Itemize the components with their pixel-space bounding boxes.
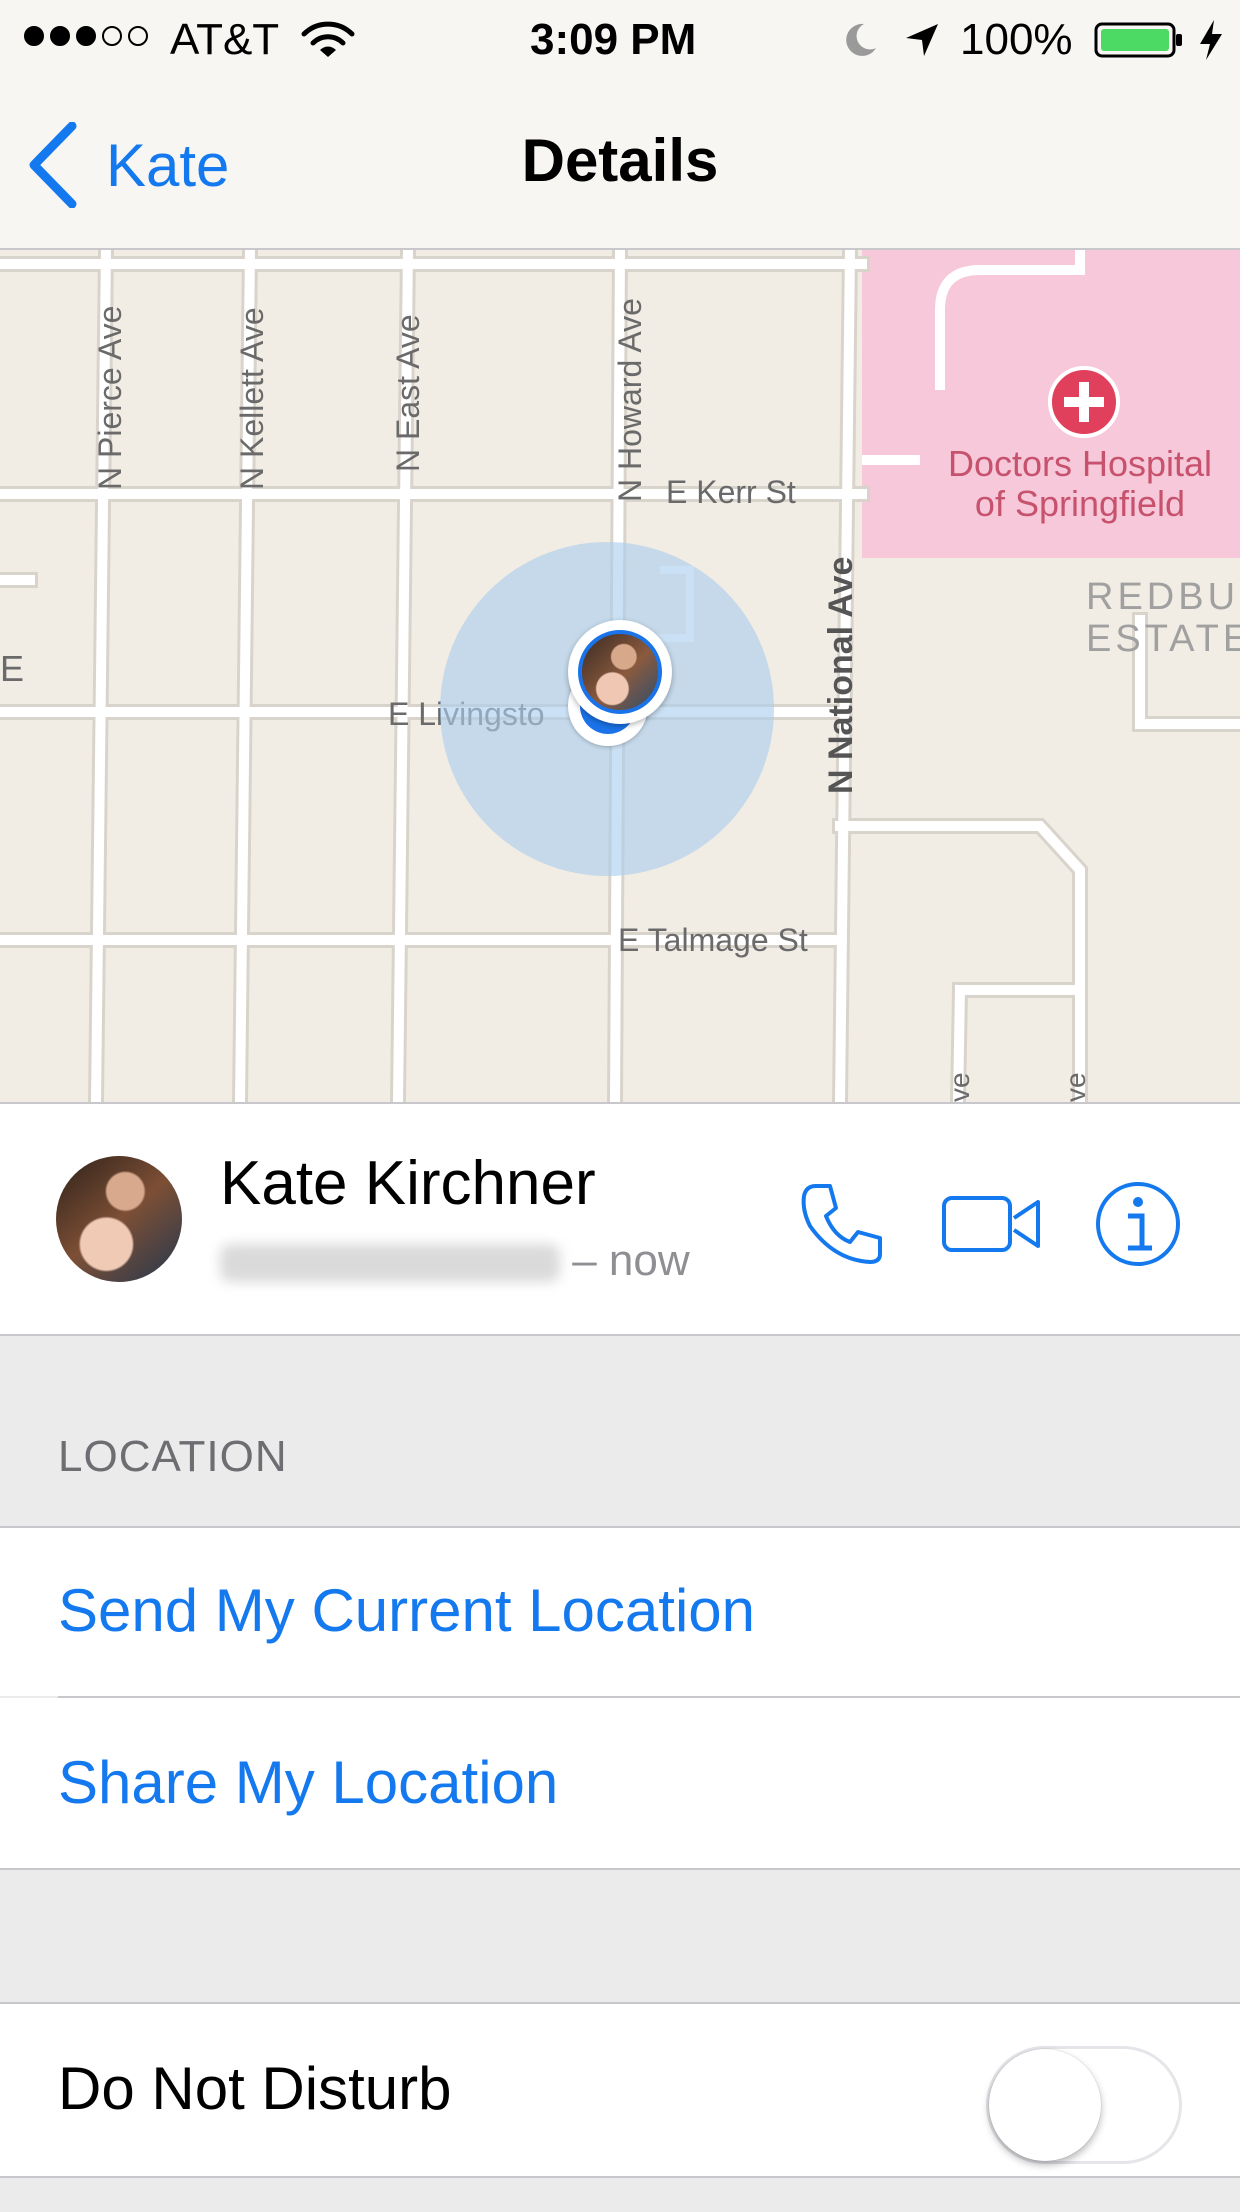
estate-label: REDBU ESTATE: [1086, 576, 1240, 660]
do-not-disturb-label: Do Not Disturb: [58, 2055, 452, 2122]
share-my-location-label: Share My Location: [58, 1749, 559, 1816]
share-my-location-button[interactable]: Share My Location: [0, 1698, 1240, 1868]
battery-icon: [1094, 22, 1182, 58]
hospital-label[interactable]: Doctors Hospital of Springfield: [920, 444, 1240, 524]
contact-location-status: – now: [220, 1236, 690, 1286]
separator: [0, 1526, 1240, 1528]
hospital-name-line1: Doctors Hospital: [947, 443, 1213, 484]
street-label: E Talmage St: [618, 922, 808, 958]
street-label: N Pierce Ave: [92, 305, 128, 490]
carrier-label: AT&T: [170, 15, 280, 64]
send-current-location-label: Send My Current Location: [58, 1577, 756, 1644]
battery-percent: 100%: [960, 15, 1073, 64]
video-camera-icon[interactable]: [940, 1176, 1044, 1272]
estate-name-line1: REDBU: [1086, 576, 1240, 618]
page-title: Details: [521, 127, 719, 194]
contact-name: Kate Kirchner: [220, 1149, 596, 1218]
avatar: [56, 1156, 182, 1282]
street-label: N National Ave: [822, 556, 860, 794]
contact-row: Kate Kirchner – now: [0, 1102, 1240, 1336]
avatar: [578, 630, 662, 714]
street-label: E Kerr St: [666, 474, 796, 510]
hospital-name-line2: of Springfield: [974, 483, 1186, 524]
group-spacer: [0, 1870, 1240, 2004]
toggle-knob: [989, 2049, 1101, 2161]
location-arrow-icon: [906, 24, 938, 56]
signal-strength-icon: [24, 26, 148, 50]
navigation-bar: Kate Details: [0, 82, 1240, 250]
redacted-location: [220, 1244, 560, 1283]
street-label: N Howard Ave: [612, 298, 648, 502]
street-label: N Kellett Ave: [234, 307, 270, 490]
info-icon[interactable]: [1090, 1176, 1186, 1272]
contact-location-pin[interactable]: [568, 620, 672, 724]
section-header-background: [0, 1336, 1240, 1526]
clock: 3:09 PM: [530, 15, 697, 64]
status-bar: AT&T 3:09 PM 100%: [0, 0, 1240, 82]
section-header-location: LOCATION: [58, 1432, 288, 1481]
street-label: ve: [944, 1072, 975, 1102]
street-label: N East Ave: [390, 314, 426, 472]
phone-icon[interactable]: [794, 1176, 890, 1272]
group-spacer: [0, 2178, 1240, 2212]
wifi-icon: [301, 21, 355, 57]
moon-icon: [846, 23, 876, 56]
do-not-disturb-toggle[interactable]: [986, 2046, 1182, 2164]
charging-bolt-icon: [1200, 20, 1222, 60]
location-map[interactable]: N Pierce Ave N Kellett Ave N East Ave N …: [0, 250, 1240, 1102]
street-label: ve: [1060, 1072, 1091, 1102]
estate-name-line2: ESTATE: [1086, 618, 1240, 660]
contact-time: – now: [572, 1236, 690, 1285]
street-label: E: [0, 648, 25, 689]
do-not-disturb-row: Do Not Disturb: [0, 2004, 1240, 2176]
send-current-location-button[interactable]: Send My Current Location: [0, 1526, 1240, 1696]
